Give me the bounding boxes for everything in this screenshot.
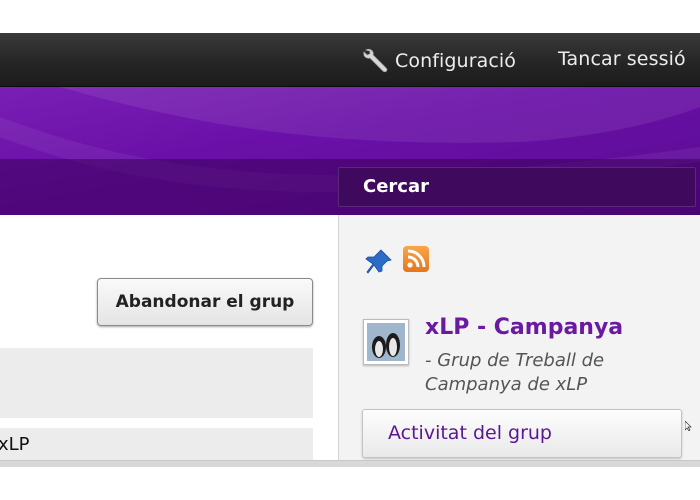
group-activity-label: Activitat del grup [388,422,552,444]
group-thumbnail[interactable] [363,319,409,365]
pin-icon[interactable] [365,248,393,276]
main-content: Abandonar el grup xLP [0,215,338,465]
bottom-divider [0,460,700,467]
group-title-link[interactable]: xLP - Campanya [425,315,623,340]
logout-label: Tancar sessió [558,48,686,70]
content-row-text: xLP [0,434,30,455]
mouse-cursor-icon [685,421,692,431]
sidebar: xLP - Campanya - Grup de Treball de Camp… [338,215,700,465]
logout-link[interactable]: Tancar sessió [558,48,686,70]
content-panel [0,348,313,418]
wrench-icon [362,48,392,74]
group-activity-button[interactable]: Activitat del grup [362,409,682,458]
settings-label: Configuració [395,50,517,72]
search-box[interactable]: Cercar [338,167,696,207]
group-description: - Grup de Treball de Campanya de xLP [425,350,605,395]
header-banner: Cercar [0,87,700,215]
leave-group-button[interactable]: Abandonar el grup [97,278,313,326]
settings-link[interactable]: Configuració [362,48,516,74]
rss-icon[interactable] [403,246,429,272]
top-navigation-bar: Configuració Tancar sessió [0,33,700,87]
page-footer-area [0,467,700,500]
search-label: Cercar [363,176,429,197]
